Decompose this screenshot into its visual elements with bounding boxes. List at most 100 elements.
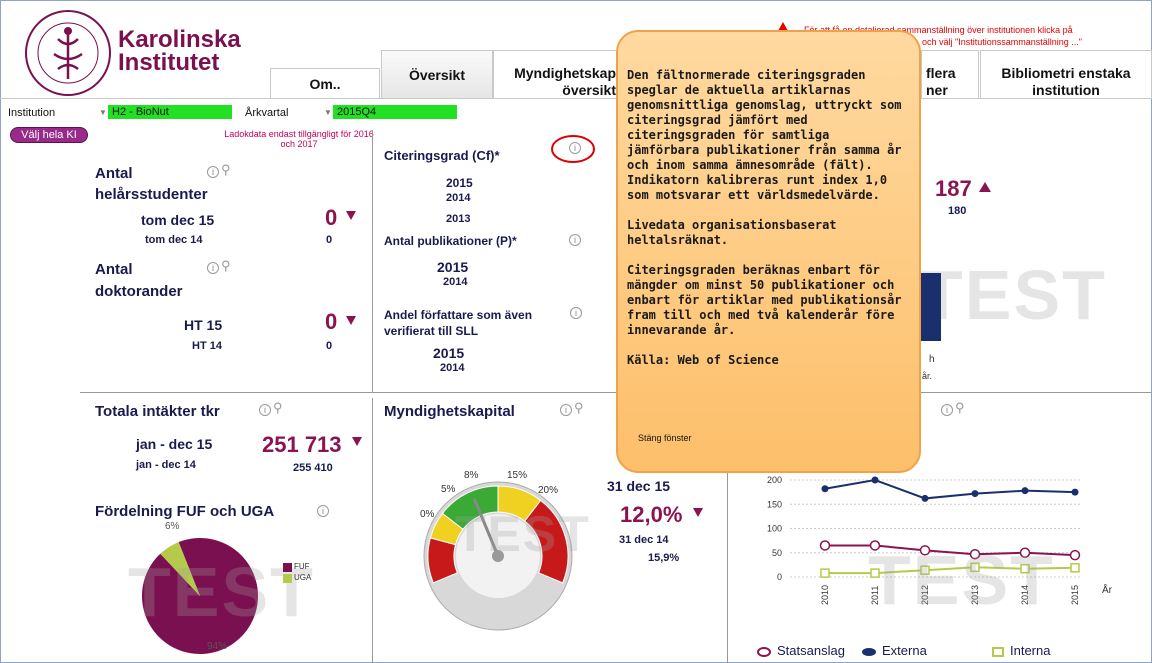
income-prev-value: 255 410 bbox=[293, 462, 333, 474]
capital-gauge bbox=[423, 481, 573, 631]
distribution-info-icon[interactable]: i bbox=[317, 505, 329, 517]
income-prev-label: jan - dec 14 bbox=[136, 459, 196, 471]
data-point bbox=[819, 540, 831, 551]
students-prev-label: tom dec 14 bbox=[145, 234, 203, 246]
gauge-label: 0% bbox=[420, 509, 435, 520]
students-prev-value: 0 bbox=[326, 234, 333, 246]
line-chart-info-icon[interactable]: i bbox=[941, 404, 953, 416]
kpi-value: 187 bbox=[935, 176, 972, 201]
period-select[interactable]: 2015Q4 bbox=[333, 105, 457, 119]
legend-marker-icon bbox=[992, 646, 1004, 657]
tab-flera-institutioner[interactable]: flera ner bbox=[921, 50, 979, 98]
authors-year: 2015 bbox=[433, 345, 465, 361]
y-tick-label: 0 bbox=[777, 572, 782, 582]
students-title-1: Antal bbox=[95, 165, 133, 182]
authors-year: 2014 bbox=[440, 362, 465, 374]
phd-zoom-icon[interactable]: ⚲ bbox=[221, 258, 231, 274]
test-watermark: TEST bbox=[868, 541, 1055, 619]
legend-statsanslag: Statsanslag bbox=[757, 643, 845, 658]
citation-year: 2014 bbox=[446, 192, 471, 204]
info-popup: Den fältnormerade citeringsgraden spegla… bbox=[616, 30, 921, 473]
pie-label-fuf: 94% bbox=[207, 641, 228, 652]
citation-year: 2015 bbox=[446, 176, 473, 190]
ladok-note: Ladokdata endast tillgängligt för 2016 o… bbox=[224, 129, 374, 149]
kpi-trend-up-icon bbox=[979, 182, 991, 192]
y-tick-label: 100 bbox=[767, 524, 782, 534]
publications-info-icon[interactable]: i bbox=[569, 234, 581, 246]
data-point bbox=[921, 494, 929, 502]
legend-marker-icon bbox=[862, 647, 876, 656]
gauge-label: 5% bbox=[441, 484, 456, 495]
publications-year: 2015 bbox=[437, 259, 469, 275]
kpi-bar bbox=[921, 273, 941, 341]
gauge-label: 20% bbox=[538, 485, 559, 496]
students-current-label: tom dec 15 bbox=[141, 212, 215, 228]
income-trend-down-icon bbox=[352, 437, 362, 446]
capital-prev-value: 15,9% bbox=[648, 552, 680, 564]
data-point bbox=[820, 568, 830, 578]
y-tick-label: 50 bbox=[772, 548, 782, 558]
students-info-icon[interactable]: i bbox=[207, 166, 219, 178]
line-chart-zoom-icon[interactable]: ⚲ bbox=[955, 400, 965, 416]
series-line-externa bbox=[824, 478, 1076, 500]
test-watermark: TEST bbox=[455, 506, 591, 562]
data-point bbox=[871, 476, 879, 484]
capital-zoom-icon[interactable]: ⚲ bbox=[574, 400, 584, 416]
capital-current-label: 31 dec 15 bbox=[607, 478, 671, 494]
legend-swatch-fuf bbox=[283, 563, 292, 572]
income-zoom-icon[interactable]: ⚲ bbox=[273, 400, 283, 416]
publications-title: Antal publikationer (P)* bbox=[384, 234, 517, 248]
phd-current-value: 0 bbox=[325, 309, 338, 334]
legend-marker-icon bbox=[757, 646, 771, 657]
kpi-prev: 180 bbox=[948, 205, 967, 217]
publications-year: 2014 bbox=[443, 276, 468, 288]
legend-label-fuf: FUF bbox=[294, 562, 310, 571]
citation-info-highlight bbox=[551, 135, 595, 163]
students-zoom-icon[interactable]: ⚲ bbox=[221, 162, 231, 178]
income-info-icon[interactable]: i bbox=[259, 404, 271, 416]
select-all-ki-button[interactable]: Välj hela KI bbox=[10, 127, 88, 143]
tab-myndighetskapital-oversikt[interactable]: Myndighetskap översikt bbox=[493, 50, 623, 98]
tab-oversikt[interactable]: Översikt bbox=[381, 50, 493, 98]
students-title-2: helårsstudenter bbox=[95, 186, 208, 203]
capital-trend-down-icon bbox=[693, 508, 703, 517]
gauge-label: 8% bbox=[464, 470, 479, 481]
x-tick-label: 2015 bbox=[1070, 585, 1080, 605]
authors-title: Andel författare som även verifierat til… bbox=[384, 308, 533, 338]
data-point bbox=[1071, 488, 1079, 496]
logo-wordmark: Karolinska Institutet bbox=[118, 26, 241, 76]
x-axis-label: År bbox=[1102, 583, 1113, 596]
data-point bbox=[1021, 487, 1029, 495]
students-trend-down-icon bbox=[346, 211, 356, 220]
tab-bar-line bbox=[0, 98, 1152, 99]
data-point bbox=[1069, 549, 1081, 561]
kpi-partial-text: h bbox=[929, 354, 935, 365]
institution-dropdown-icon[interactable]: ▼ bbox=[99, 108, 107, 117]
data-point bbox=[821, 485, 829, 493]
divider bbox=[372, 398, 373, 663]
pie-label-uga: 6% bbox=[165, 521, 180, 532]
kpi-partial-text: år. bbox=[922, 371, 933, 381]
students-current-value: 0 bbox=[325, 205, 338, 230]
tab-bibliometri-enstaka[interactable]: Bibliometri enstaka institution bbox=[980, 50, 1152, 98]
income-current-value: 251 713 bbox=[262, 432, 342, 457]
legend-swatch-uga bbox=[283, 574, 292, 583]
close-window-link[interactable]: Stäng fönster bbox=[638, 433, 692, 443]
divider bbox=[372, 130, 373, 392]
period-dropdown-icon[interactable]: ▼ bbox=[324, 108, 332, 117]
citation-year: 2013 bbox=[446, 213, 471, 225]
authors-info-icon[interactable]: i bbox=[570, 307, 582, 319]
capital-info-icon[interactable]: i bbox=[560, 404, 572, 416]
institution-select[interactable]: H2 - BioNut bbox=[108, 105, 232, 119]
period-label: Årkvartal bbox=[245, 107, 289, 119]
tab-om[interactable]: Om.. bbox=[270, 68, 380, 98]
ki-seal-logo bbox=[25, 10, 111, 96]
test-watermark: TEST bbox=[920, 256, 1107, 334]
data-point bbox=[1070, 563, 1080, 573]
phd-current-label: HT 15 bbox=[184, 317, 223, 333]
phd-prev-value: 0 bbox=[326, 340, 333, 352]
citation-title: Citeringsgrad (Cf)* bbox=[384, 148, 500, 163]
phd-info-icon[interactable]: i bbox=[207, 262, 219, 274]
x-tick-label: 2010 bbox=[820, 585, 830, 605]
legend-externa: Externa bbox=[862, 643, 927, 658]
